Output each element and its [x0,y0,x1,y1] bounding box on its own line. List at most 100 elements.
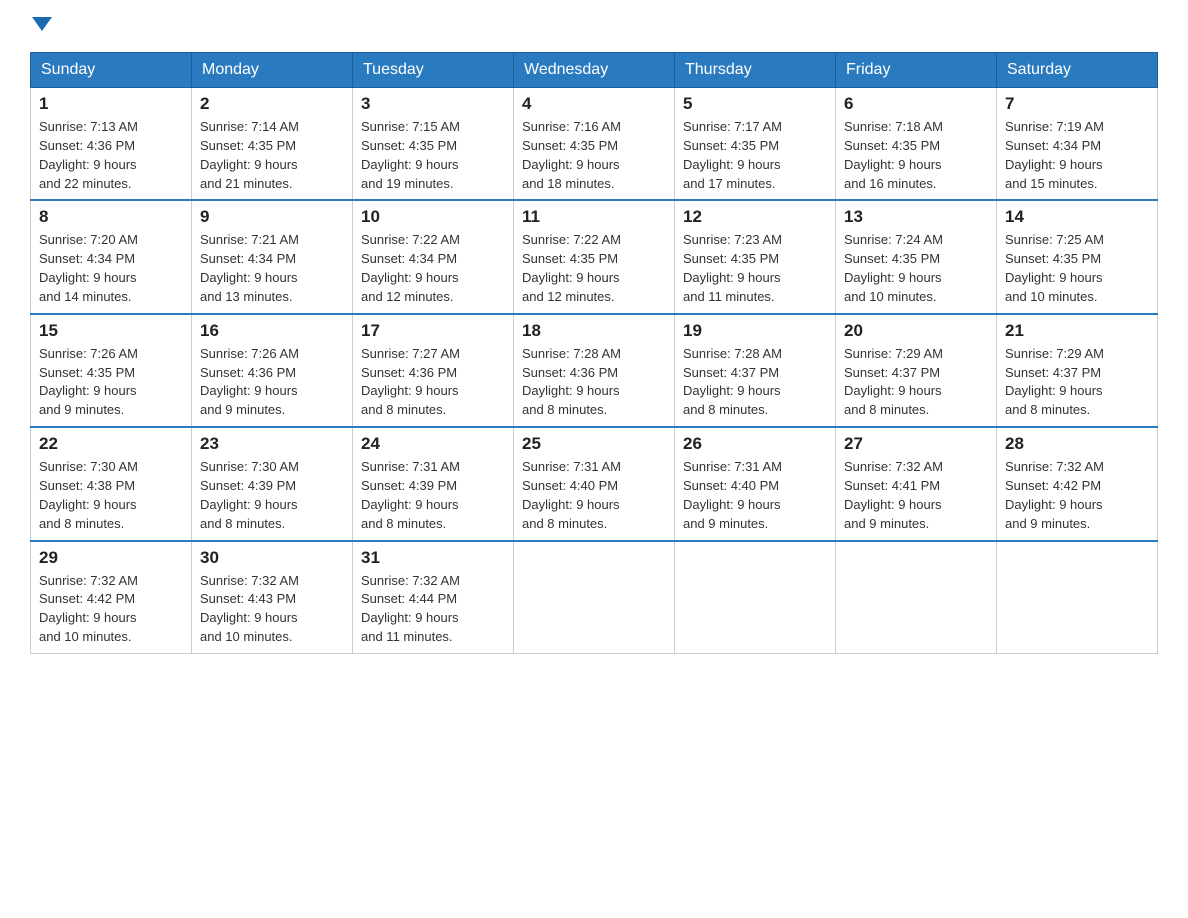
calendar-cell: 23Sunrise: 7:30 AMSunset: 4:39 PMDayligh… [192,427,353,540]
day-info: Sunrise: 7:13 AMSunset: 4:36 PMDaylight:… [39,118,183,193]
day-info: Sunrise: 7:27 AMSunset: 4:36 PMDaylight:… [361,345,505,420]
day-info: Sunrise: 7:28 AMSunset: 4:36 PMDaylight:… [522,345,666,420]
day-info: Sunrise: 7:21 AMSunset: 4:34 PMDaylight:… [200,231,344,306]
day-number: 19 [683,321,827,341]
day-number: 16 [200,321,344,341]
day-number: 11 [522,207,666,227]
logo [30,20,52,34]
day-number: 9 [200,207,344,227]
calendar-cell: 3 Sunrise: 7:15 AMSunset: 4:35 PMDaylight… [353,88,514,201]
calendar-cell: 18 Sunrise: 7:28 AMSunset: 4:36 PMDayligh… [514,314,675,427]
calendar-cell: 25 Sunrise: 7:31 AMSunset: 4:40 PMDayligh… [514,427,675,540]
calendar-cell: 26 Sunrise: 7:31 AMSunset: 4:40 PMDayligh… [675,427,836,540]
calendar-cell: 2 Sunrise: 7:14 AMSunset: 4:35 PMDaylight… [192,88,353,201]
day-number: 22 [39,434,183,454]
day-number: 13 [844,207,988,227]
day-number: 7 [1005,94,1149,114]
week-row-3: 15 Sunrise: 7:26 AMSunset: 4:35 PMDayligh… [31,314,1158,427]
weekday-header-sunday: Sunday [31,53,192,88]
day-number: 23 [200,434,344,454]
day-info: Sunrise: 7:29 AMSunset: 4:37 PMDaylight:… [1005,345,1149,420]
calendar-cell: 29 Sunrise: 7:32 AMSunset: 4:42 PMDayligh… [31,541,192,654]
day-number: 17 [361,321,505,341]
day-info: Sunrise: 7:31 AMSunset: 4:40 PMDaylight:… [522,458,666,533]
day-number: 24 [361,434,505,454]
day-number: 6 [844,94,988,114]
day-info: Sunrise: 7:32 AMSunset: 4:42 PMDaylight:… [1005,458,1149,533]
week-row-4: 22 Sunrise: 7:30 AMSunset: 4:38 PMDayligh… [31,427,1158,540]
day-info: Sunrise: 7:24 AMSunset: 4:35 PMDaylight:… [844,231,988,306]
calendar-cell [675,541,836,654]
logo-triangle-icon [32,17,52,31]
day-info: Sunrise: 7:25 AMSunset: 4:35 PMDaylight:… [1005,231,1149,306]
calendar-cell: 9 Sunrise: 7:21 AMSunset: 4:34 PMDaylight… [192,200,353,313]
calendar-cell: 30Sunrise: 7:32 AMSunset: 4:43 PMDayligh… [192,541,353,654]
week-row-2: 8 Sunrise: 7:20 AMSunset: 4:34 PMDaylight… [31,200,1158,313]
calendar-cell [836,541,997,654]
day-info: Sunrise: 7:22 AMSunset: 4:34 PMDaylight:… [361,231,505,306]
day-number: 21 [1005,321,1149,341]
day-number: 25 [522,434,666,454]
calendar-cell: 24Sunrise: 7:31 AMSunset: 4:39 PMDayligh… [353,427,514,540]
day-number: 10 [361,207,505,227]
calendar-cell: 11 Sunrise: 7:22 AMSunset: 4:35 PMDayligh… [514,200,675,313]
calendar-cell: 12Sunrise: 7:23 AMSunset: 4:35 PMDayligh… [675,200,836,313]
calendar-cell: 14Sunrise: 7:25 AMSunset: 4:35 PMDayligh… [997,200,1158,313]
day-info: Sunrise: 7:20 AMSunset: 4:34 PMDaylight:… [39,231,183,306]
day-info: Sunrise: 7:22 AMSunset: 4:35 PMDaylight:… [522,231,666,306]
calendar-table: SundayMondayTuesdayWednesdayThursdayFrid… [30,52,1158,654]
day-info: Sunrise: 7:32 AMSunset: 4:41 PMDaylight:… [844,458,988,533]
calendar-cell [997,541,1158,654]
day-info: Sunrise: 7:32 AMSunset: 4:44 PMDaylight:… [361,572,505,647]
day-info: Sunrise: 7:15 AMSunset: 4:35 PMDaylight:… [361,118,505,193]
calendar-cell: 22 Sunrise: 7:30 AMSunset: 4:38 PMDayligh… [31,427,192,540]
weekday-header-monday: Monday [192,53,353,88]
calendar-cell: 31 Sunrise: 7:32 AMSunset: 4:44 PMDayligh… [353,541,514,654]
calendar-cell: 20 Sunrise: 7:29 AMSunset: 4:37 PMDayligh… [836,314,997,427]
calendar-cell: 10 Sunrise: 7:22 AMSunset: 4:34 PMDayligh… [353,200,514,313]
weekday-header-row: SundayMondayTuesdayWednesdayThursdayFrid… [31,53,1158,88]
calendar-cell: 4Sunrise: 7:16 AMSunset: 4:35 PMDaylight… [514,88,675,201]
day-info: Sunrise: 7:23 AMSunset: 4:35 PMDaylight:… [683,231,827,306]
day-number: 30 [200,548,344,568]
day-info: Sunrise: 7:26 AMSunset: 4:36 PMDaylight:… [200,345,344,420]
day-number: 20 [844,321,988,341]
day-number: 15 [39,321,183,341]
day-number: 31 [361,548,505,568]
page-header [30,20,1158,34]
day-info: Sunrise: 7:31 AMSunset: 4:40 PMDaylight:… [683,458,827,533]
day-number: 27 [844,434,988,454]
calendar-cell [514,541,675,654]
day-info: Sunrise: 7:30 AMSunset: 4:38 PMDaylight:… [39,458,183,533]
calendar-cell: 1Sunrise: 7:13 AMSunset: 4:36 PMDaylight… [31,88,192,201]
day-number: 5 [683,94,827,114]
calendar-cell: 15 Sunrise: 7:26 AMSunset: 4:35 PMDayligh… [31,314,192,427]
weekday-header-friday: Friday [836,53,997,88]
day-number: 18 [522,321,666,341]
calendar-cell: 19 Sunrise: 7:28 AMSunset: 4:37 PMDayligh… [675,314,836,427]
day-info: Sunrise: 7:32 AMSunset: 4:42 PMDaylight:… [39,572,183,647]
calendar-cell: 27 Sunrise: 7:32 AMSunset: 4:41 PMDayligh… [836,427,997,540]
day-info: Sunrise: 7:16 AMSunset: 4:35 PMDaylight:… [522,118,666,193]
day-info: Sunrise: 7:17 AMSunset: 4:35 PMDaylight:… [683,118,827,193]
day-number: 28 [1005,434,1149,454]
day-number: 2 [200,94,344,114]
week-row-1: 1Sunrise: 7:13 AMSunset: 4:36 PMDaylight… [31,88,1158,201]
calendar-cell: 7 Sunrise: 7:19 AMSunset: 4:34 PMDaylight… [997,88,1158,201]
day-number: 8 [39,207,183,227]
day-info: Sunrise: 7:18 AMSunset: 4:35 PMDaylight:… [844,118,988,193]
weekday-header-tuesday: Tuesday [353,53,514,88]
day-info: Sunrise: 7:28 AMSunset: 4:37 PMDaylight:… [683,345,827,420]
day-number: 26 [683,434,827,454]
day-number: 3 [361,94,505,114]
day-info: Sunrise: 7:29 AMSunset: 4:37 PMDaylight:… [844,345,988,420]
weekday-header-thursday: Thursday [675,53,836,88]
day-info: Sunrise: 7:19 AMSunset: 4:34 PMDaylight:… [1005,118,1149,193]
weekday-header-saturday: Saturday [997,53,1158,88]
weekday-header-wednesday: Wednesday [514,53,675,88]
day-info: Sunrise: 7:14 AMSunset: 4:35 PMDaylight:… [200,118,344,193]
day-number: 29 [39,548,183,568]
calendar-cell: 6 Sunrise: 7:18 AMSunset: 4:35 PMDaylight… [836,88,997,201]
day-info: Sunrise: 7:26 AMSunset: 4:35 PMDaylight:… [39,345,183,420]
calendar-cell: 21 Sunrise: 7:29 AMSunset: 4:37 PMDayligh… [997,314,1158,427]
